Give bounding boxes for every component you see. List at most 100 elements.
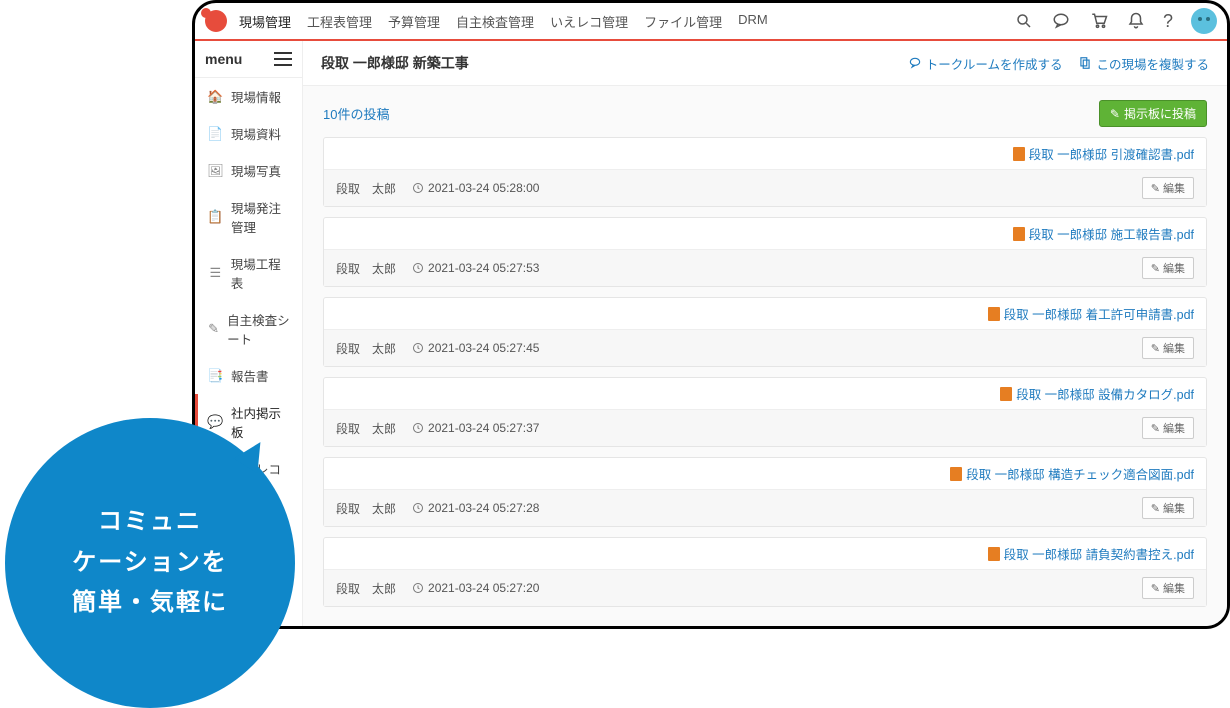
edit-button[interactable]: ✎編集 — [1142, 337, 1194, 359]
search-icon[interactable] — [1015, 12, 1033, 30]
bubble-line: 簡単・気軽に — [72, 583, 228, 624]
post-author: 段取 太郎 — [336, 340, 396, 357]
post-file-name: 段取 一郎様邸 引渡確認書.pdf — [1029, 144, 1194, 163]
duplicate-site-link[interactable]: この現場を複製する — [1078, 54, 1209, 73]
pencil-icon: ✎ — [1151, 182, 1160, 195]
post-item: 段取 一郎様邸 構造チェック適合図面.pdf 段取 太郎 2021-03-24 05… — [323, 457, 1207, 527]
pdf-icon — [988, 307, 1000, 321]
pencil-icon: ✎ — [1151, 422, 1160, 435]
pencil-icon: ✎ — [1151, 502, 1160, 515]
sidebar-item-label: 報告書 — [231, 366, 269, 385]
pdf-icon — [1013, 227, 1025, 241]
bell-icon[interactable] — [1127, 12, 1145, 30]
sidebar-title: menu — [205, 51, 242, 67]
post-author: 段取 太郎 — [336, 500, 396, 517]
post-file-link[interactable]: 段取 一郎様邸 引渡確認書.pdf — [1013, 144, 1194, 163]
post-author: 段取 太郎 — [336, 260, 396, 277]
sidebar-item-label: 社内掲示板 — [231, 403, 292, 441]
chat-icon[interactable] — [1051, 12, 1071, 30]
post-count: 10件の投稿 — [323, 104, 389, 123]
page-title: 段取 一郎様邸 新築工事 — [321, 53, 469, 73]
topnav-item[interactable]: DRM — [738, 12, 768, 31]
info-icon: 🏠 — [208, 89, 223, 104]
post-item: 段取 一郎様邸 着工許可申請書.pdf 段取 太郎 2021-03-24 05:27… — [323, 297, 1207, 367]
order-icon: 📋 — [208, 210, 223, 225]
post-file-name: 段取 一郎様邸 設備カタログ.pdf — [1016, 384, 1194, 403]
post-file-name: 段取 一郎様邸 施工報告書.pdf — [1029, 224, 1194, 243]
post-author: 段取 太郎 — [336, 580, 396, 597]
post-file-name: 段取 一郎様邸 着工許可申請書.pdf — [1004, 304, 1194, 323]
inspect-icon: ✎ — [208, 322, 219, 337]
clock-icon — [412, 182, 424, 194]
post-timestamp: 2021-03-24 05:27:37 — [412, 421, 539, 435]
hamburger-icon[interactable] — [274, 52, 292, 66]
main-panel: 段取 一郎様邸 新築工事 トークルームを作成する この現場を複製する 10件の投… — [303, 41, 1227, 626]
sidebar-item-label: 現場発注管理 — [231, 198, 292, 236]
post-item: 段取 一郎様邸 設備カタログ.pdf 段取 太郎 2021-03-24 05:27:… — [323, 377, 1207, 447]
user-avatar[interactable] — [1191, 8, 1217, 34]
topnav-item[interactable]: 予算管理 — [388, 12, 440, 31]
edit-button[interactable]: ✎編集 — [1142, 417, 1194, 439]
pdf-icon — [1000, 387, 1012, 401]
report-icon: 📑 — [208, 368, 223, 383]
pdf-icon — [1013, 147, 1025, 161]
edit-button[interactable]: ✎編集 — [1142, 497, 1194, 519]
clock-icon — [412, 262, 424, 274]
photos-icon: 🖼 — [208, 163, 223, 178]
pdf-icon — [988, 547, 1000, 561]
topnav-item[interactable]: いえレコ管理 — [550, 12, 628, 31]
app-logo — [205, 10, 227, 32]
top-nav: 現場管理工程表管理予算管理自主検査管理いえレコ管理ファイル管理 DRM — [239, 12, 1003, 31]
bubble-line: コミュニ — [72, 502, 228, 543]
sidebar-item-label: 現場工程表 — [231, 254, 292, 292]
new-post-button[interactable]: ✎掲示板に投稿 — [1099, 100, 1207, 127]
clock-icon — [412, 502, 424, 514]
post-item: 段取 一郎様邸 請負契約書控え.pdf 段取 太郎 2021-03-24 05:27… — [323, 537, 1207, 607]
topnav-item[interactable]: 自主検査管理 — [456, 12, 534, 31]
sidebar-item-order[interactable]: 📋 現場発注管理 — [195, 189, 302, 245]
post-file-link[interactable]: 段取 一郎様邸 構造チェック適合図面.pdf — [950, 464, 1194, 483]
topnav-item[interactable]: 現場管理 — [239, 12, 291, 31]
help-icon[interactable]: ? — [1163, 11, 1173, 32]
post-timestamp: 2021-03-24 05:28:00 — [412, 181, 539, 195]
clock-icon — [412, 582, 424, 594]
pencil-icon: ✎ — [1151, 262, 1160, 275]
sidebar-item-label: 現場写真 — [231, 161, 281, 180]
sidebar-item-info[interactable]: 🏠現場情報 — [195, 78, 302, 115]
edit-button[interactable]: ✎編集 — [1142, 577, 1194, 599]
post-timestamp: 2021-03-24 05:27:45 — [412, 341, 539, 355]
post-file-link[interactable]: 段取 一郎様邸 着工許可申請書.pdf — [988, 304, 1194, 323]
schedule-icon: ☰ — [208, 266, 223, 281]
sidebar-item-inspect[interactable]: ✎ 自主検査シート — [195, 301, 302, 357]
post-timestamp: 2021-03-24 05:27:20 — [412, 581, 539, 595]
top-icons: ? — [1015, 8, 1217, 34]
edit-button[interactable]: ✎編集 — [1142, 257, 1194, 279]
create-talkroom-link[interactable]: トークルームを作成する — [908, 54, 1063, 73]
sidebar-item-docs[interactable]: 📄現場資料 — [195, 115, 302, 152]
clock-icon — [412, 422, 424, 434]
sidebar-item-label: 自主検査シート — [227, 310, 292, 348]
pdf-icon — [950, 467, 962, 481]
docs-icon: 📄 — [208, 126, 223, 141]
sidebar-header: menu — [195, 41, 302, 78]
bubble-line: ケーションを — [72, 543, 228, 584]
topnav-item[interactable]: ファイル管理 — [644, 12, 722, 31]
topnav-item[interactable]: 工程表管理 — [307, 12, 372, 31]
post-file-name: 段取 一郎様邸 構造チェック適合図面.pdf — [966, 464, 1194, 483]
post-file-link[interactable]: 段取 一郎様邸 請負契約書控え.pdf — [988, 544, 1194, 563]
sidebar-item-schedule[interactable]: ☰ 現場工程表 — [195, 245, 302, 301]
post-timestamp: 2021-03-24 05:27:28 — [412, 501, 539, 515]
top-bar: 現場管理工程表管理予算管理自主検査管理いえレコ管理ファイル管理 DRM ? — [195, 3, 1227, 41]
post-author: 段取 太郎 — [336, 420, 396, 437]
clock-icon — [412, 342, 424, 354]
post-file-link[interactable]: 段取 一郎様邸 設備カタログ.pdf — [1000, 384, 1194, 403]
promo-speech-bubble: コミュニ ケーションを 簡単・気軽に — [5, 418, 295, 708]
sidebar-item-report[interactable]: 📑 報告書 — [195, 357, 302, 394]
sidebar-item-photos[interactable]: 🖼 現場写真 — [195, 152, 302, 189]
post-author: 段取 太郎 — [336, 180, 396, 197]
post-file-name: 段取 一郎様邸 請負契約書控え.pdf — [1004, 544, 1194, 563]
post-file-link[interactable]: 段取 一郎様邸 施工報告書.pdf — [1013, 224, 1194, 243]
cart-icon[interactable] — [1089, 12, 1109, 30]
pencil-icon: ✎ — [1151, 342, 1160, 355]
edit-button[interactable]: ✎編集 — [1142, 177, 1194, 199]
